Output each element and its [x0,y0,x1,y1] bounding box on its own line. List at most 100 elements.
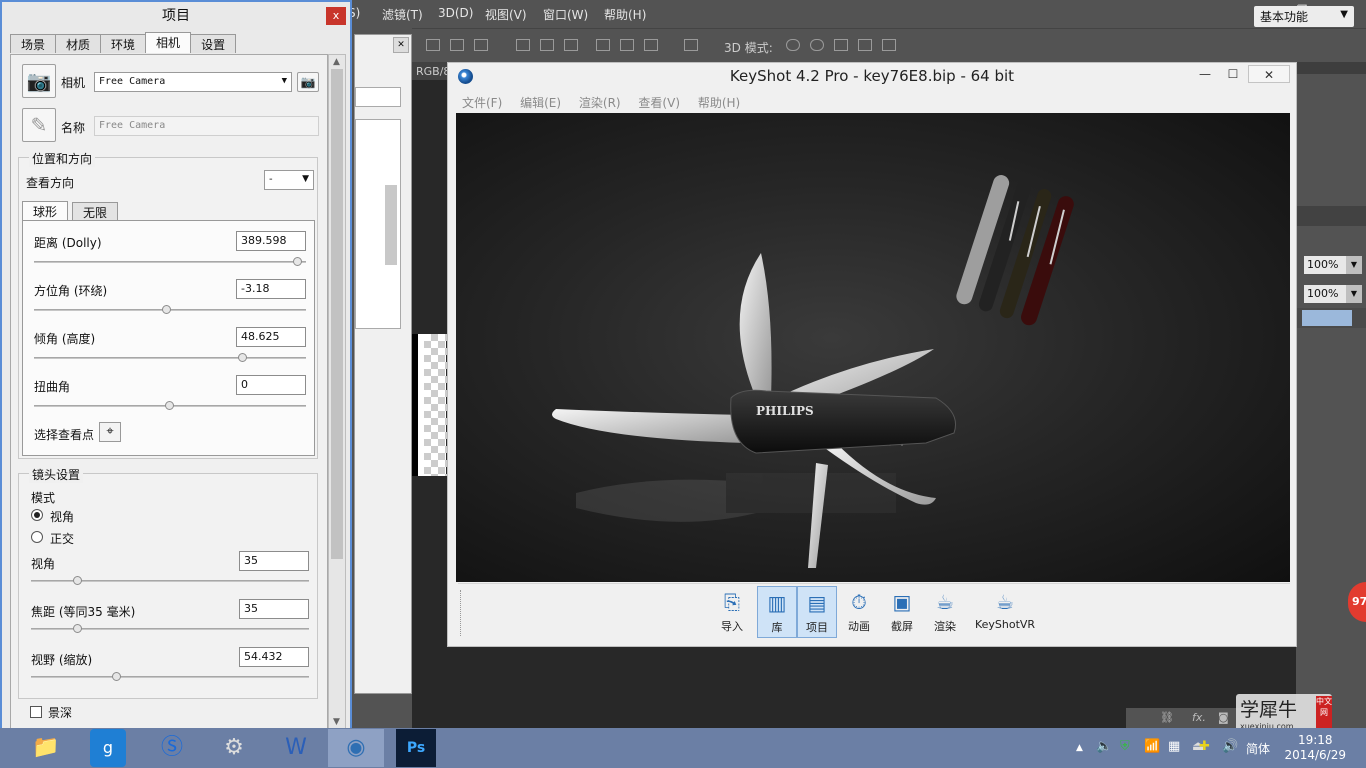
align-top-icon[interactable] [426,39,440,51]
screenshot-button[interactable]: ▣ 截屏 [882,586,922,638]
fov-input[interactable]: 35 [239,551,309,571]
keyshot-taskbar-icon[interactable]: ◉ [328,729,384,767]
tab-settings[interactable]: 设置 [190,34,237,53]
maximize-icon[interactable]: ☐ [1220,65,1246,83]
panel-field[interactable] [355,87,401,107]
tab-infinite[interactable]: 无限 [72,202,119,221]
zoom-slider[interactable] [31,672,309,681]
tab-environment[interactable]: 环境 [100,34,147,53]
align-left-icon[interactable] [596,39,610,51]
scroll-up-icon[interactable]: ▲ [333,57,340,67]
scroll-down-icon[interactable]: ▼ [333,717,340,727]
menu-render[interactable]: 渲染(R) [579,96,621,110]
plus-icon[interactable]: ✚ [1199,739,1210,754]
tab-material[interactable]: 材质 [55,34,102,53]
ps-menu-view[interactable]: 视图(V) [485,6,527,23]
signal-icon[interactable]: 📶 [1144,739,1160,754]
keyshot-titlebar[interactable]: KeyShot 4.2 Pro - key76E8.bip - 64 bit —… [448,63,1296,91]
volume-icon[interactable]: 🔊 [1222,739,1238,754]
focal-length-slider[interactable] [31,624,309,633]
crosshair-icon[interactable]: ⌖ [99,422,121,442]
3d-slide-icon[interactable] [858,39,872,51]
dist-top-icon[interactable] [516,39,530,51]
slider-knob[interactable] [162,305,172,314]
menu-edit[interactable]: 编辑(E) [520,96,561,110]
align-vcenter-icon[interactable] [450,39,464,51]
ps-menu-help[interactable]: 帮助(H) [604,6,646,23]
3d-roll-icon[interactable] [810,39,824,51]
ps-menu-window[interactable]: 窗口(W) [543,6,588,23]
distance-slider[interactable] [34,257,306,266]
inclination-slider[interactable] [34,353,306,362]
project-scrollbar[interactable]: ▲ ▼ [328,54,346,730]
fx-icon[interactable]: fx. [1192,711,1206,724]
close-icon[interactable]: x [326,7,346,25]
look-direction-select[interactable]: - ▼ [264,170,314,190]
radio-perspective[interactable] [31,509,43,521]
render-button[interactable]: ☕ 渲染 [925,586,965,638]
tab-spherical[interactable]: 球形 [22,201,69,220]
app-s-icon[interactable]: Ⓢ [146,729,198,767]
3d-camera-icon[interactable] [882,39,896,51]
render-viewport[interactable]: PHILIPS [456,113,1290,582]
chevron-down-icon[interactable]: ▼ [1346,285,1362,303]
chevron-down-icon[interactable]: ▼ [1346,256,1362,274]
fov-slider[interactable] [31,576,309,585]
azimuth-input[interactable]: -3.18 [236,279,306,299]
tray-expand-icon[interactable]: ▲ [1076,743,1083,753]
azimuth-slider[interactable] [34,305,306,314]
3d-rotate-icon[interactable] [786,39,800,51]
opacity-field[interactable]: 100% ▼ [1304,256,1362,274]
clock[interactable]: 19:18 2014/6/29 [1284,733,1346,763]
align-hcenter-icon[interactable] [620,39,634,51]
library-button[interactable]: ▥ 库 [757,586,797,638]
project-panel-titlebar[interactable]: 项目 x [2,2,350,30]
close-icon[interactable]: ✕ [1248,65,1290,83]
align-right-icon[interactable] [644,39,658,51]
minimize-icon[interactable]: — [1192,65,1218,83]
dist-vcenter-icon[interactable] [540,39,554,51]
twist-input[interactable]: 0 [236,375,306,395]
slider-knob[interactable] [292,257,302,266]
wps-icon[interactable]: W [270,729,322,767]
ps-menu-3d[interactable]: 3D(D) [438,6,473,20]
import-button[interactable]: ⎘ 导入 [712,586,752,638]
speaker-icon[interactable]: 🔈 [1096,739,1112,754]
tab-scene[interactable]: 场景 [10,34,57,53]
project-button[interactable]: ▤ 项目 [797,586,837,638]
panel-scroll-thumb[interactable] [385,185,397,265]
shield-icon[interactable]: ⛨ [1120,739,1130,754]
camera-menu-icon[interactable]: 📷 [297,72,319,92]
auto-align-icon[interactable] [684,39,698,51]
camera-icon[interactable]: 📷 [22,64,56,98]
3d-pan-icon[interactable] [834,39,848,51]
photoshop-taskbar-icon[interactable]: Ps [396,729,436,767]
ps-menu-filter[interactable]: 滤镜(T) [382,6,423,23]
slider-knob[interactable] [238,353,248,362]
inclination-input[interactable]: 48.625 [236,327,306,347]
twist-slider[interactable] [34,401,306,410]
scroll-thumb[interactable] [331,69,343,559]
workspace-switcher[interactable]: 基本功能 ▼ [1254,6,1354,27]
ps-layer-selected[interactable] [1302,310,1352,326]
tab-camera[interactable]: 相机 [145,32,192,53]
slider-knob[interactable] [165,401,174,410]
distance-input[interactable]: 389.598 [236,231,306,251]
fill-field[interactable]: 100% ▼ [1304,285,1362,303]
zoom-input[interactable]: 54.432 [239,647,309,667]
app-qq-icon[interactable]: g [90,729,126,767]
menu-help[interactable]: 帮助(H) [698,96,740,110]
dist-bottom-icon[interactable] [564,39,578,51]
mask-icon[interactable]: ◙ [1218,711,1229,724]
network-icon[interactable]: ▦ [1168,739,1180,754]
camera-name-field[interactable]: Free Camera [94,116,319,136]
ime-indicator[interactable]: 简体 [1246,740,1270,757]
panel-close-icon[interactable]: ✕ [393,37,409,53]
camera-select[interactable]: Free Camera ▼ [94,72,292,92]
align-bottom-icon[interactable] [474,39,488,51]
keyshotvr-button[interactable]: ☕ KeyShotVR [970,586,1040,638]
link-icon[interactable]: ⛓ [1160,711,1174,724]
radio-orthographic[interactable] [31,531,43,543]
dof-checkbox[interactable] [30,706,42,718]
app-rhino-icon[interactable]: ⚙ [208,729,260,767]
